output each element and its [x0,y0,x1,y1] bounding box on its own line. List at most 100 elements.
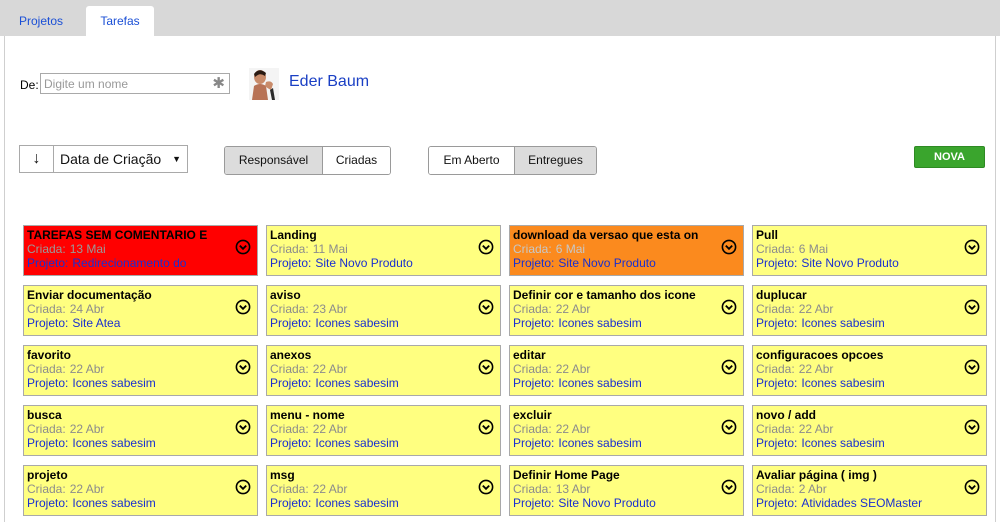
chevron-down-circle-icon[interactable] [721,419,737,435]
task-project[interactable]: Projeto: Site Novo Produto [756,256,984,270]
task-project[interactable]: Projeto: Icones sabesim [270,436,498,450]
task-project[interactable]: Projeto: Icones sabesim [270,496,498,510]
task-title[interactable]: Definir cor e tamanho dos icone [513,288,718,302]
chevron-down-circle-icon[interactable] [478,299,494,315]
project-name[interactable]: Icones sabesim [315,436,398,450]
task-title[interactable]: busca [27,408,232,422]
task-project[interactable]: Projeto: Icones sabesim [756,436,984,450]
nova-task-button[interactable]: NOVA [914,146,985,168]
task-project[interactable]: Projeto: Icones sabesim [27,376,255,390]
user-name[interactable]: Eder Baum [289,73,369,91]
project-name[interactable]: Icones sabesim [558,436,641,450]
task-title[interactable]: configuracoes opcoes [756,348,961,362]
task-card[interactable]: menu - nome Criada: 22 Abr Projeto: Icones s… [266,405,501,456]
task-card[interactable]: aviso Criada: 23 Abr Projeto: Icones sabesim [266,285,501,336]
project-name[interactable]: Icones sabesim [72,496,155,510]
task-card[interactable]: anexos Criada: 22 Abr Projeto: Icones sabesi… [266,345,501,396]
project-name[interactable]: Site Novo Produto [801,256,898,270]
chevron-down-circle-icon[interactable] [478,239,494,255]
project-name[interactable]: Icones sabesim [558,316,641,330]
chevron-down-circle-icon[interactable] [964,419,980,435]
project-name[interactable]: Icones sabesim [315,496,398,510]
task-project[interactable]: Projeto: Icones sabesim [756,376,984,390]
sort-direction-button[interactable]: ↓ [20,146,54,172]
chevron-down-circle-icon[interactable] [235,239,251,255]
project-name[interactable]: Icones sabesim [801,376,884,390]
task-card[interactable]: download da versao que esta on Criada: 6 M… [509,225,744,276]
chevron-down-circle-icon[interactable] [964,239,980,255]
task-project[interactable]: Projeto: Site Atea [27,316,255,330]
project-name[interactable]: Icones sabesim [315,376,398,390]
task-title[interactable]: editar [513,348,718,362]
chevron-down-circle-icon[interactable] [964,359,980,375]
task-project[interactable]: Projeto: Redirecionamento do [27,256,255,270]
project-name[interactable]: Atividades SEOMaster [801,496,922,510]
project-name[interactable]: Redirecionamento do [72,256,186,270]
task-project[interactable]: Projeto: Icones sabesim [513,316,741,330]
task-project[interactable]: Projeto: Icones sabesim [756,316,984,330]
task-project[interactable]: Projeto: Site Novo Produto [513,256,741,270]
task-title[interactable]: excluir [513,408,718,422]
task-title[interactable]: anexos [270,348,475,362]
tab-projetos[interactable]: Projetos [6,6,76,36]
task-title[interactable]: duplucar [756,288,961,302]
task-project[interactable]: Projeto: Icones sabesim [27,436,255,450]
chevron-down-circle-icon[interactable] [721,479,737,495]
task-project[interactable]: Projeto: Icones sabesim [270,376,498,390]
chevron-down-circle-icon[interactable] [235,479,251,495]
chevron-down-circle-icon[interactable] [964,479,980,495]
task-card[interactable]: projeto Criada: 22 Abr Projeto: Icones sabes… [23,465,258,516]
task-title[interactable]: Avaliar página ( img ) [756,468,961,482]
task-title[interactable]: Pull [756,228,961,242]
task-card[interactable]: Definir Home Page Criada: 13 Abr Projeto: Si… [509,465,744,516]
task-card[interactable]: busca Criada: 22 Abr Projeto: Icones sabesim [23,405,258,456]
task-card[interactable]: Landing Criada: 11 Mai Projeto: Site Novo Pr… [266,225,501,276]
asterisk-clear-icon[interactable]: ✱ [212,75,225,93]
task-card[interactable]: TAREFAS SEM COMENTARIO E Criada: 13 Mai Pro… [23,225,258,276]
task-project[interactable]: Projeto: Icones sabesim [513,436,741,450]
task-title[interactable]: Landing [270,228,475,242]
chevron-down-circle-icon[interactable] [235,359,251,375]
task-card[interactable]: excluir Criada: 22 Abr Projeto: Icones sabes… [509,405,744,456]
chevron-down-circle-icon[interactable] [478,479,494,495]
chevron-down-circle-icon[interactable] [235,299,251,315]
project-name[interactable]: Icones sabesim [72,376,155,390]
task-card[interactable]: msg Criada: 22 Abr Projeto: Icones sabesim [266,465,501,516]
task-title[interactable]: favorito [27,348,232,362]
project-name[interactable]: Icones sabesim [72,436,155,450]
chevron-down-circle-icon[interactable] [964,299,980,315]
chevron-down-circle-icon[interactable] [721,299,737,315]
task-project[interactable]: Projeto: Icones sabesim [513,376,741,390]
project-name[interactable]: Icones sabesim [315,316,398,330]
chevron-down-circle-icon[interactable] [235,419,251,435]
task-title[interactable]: TAREFAS SEM COMENTARIO E [27,228,232,242]
responsavel-button[interactable]: Responsável [225,147,322,174]
project-name[interactable]: Icones sabesim [801,316,884,330]
task-card[interactable]: editar Criada: 22 Abr Projeto: Icones sabesi… [509,345,744,396]
task-project[interactable]: Projeto: Atividades SEOMaster [756,496,984,510]
chevron-down-circle-icon[interactable] [721,359,737,375]
project-name[interactable]: Site Novo Produto [558,256,655,270]
task-project[interactable]: Projeto: Icones sabesim [270,316,498,330]
task-card[interactable]: favorito Criada: 22 Abr Projeto: Icones sabe… [23,345,258,396]
task-title[interactable]: Definir Home Page [513,468,718,482]
sort-field-select[interactable]: Data de Criação [60,146,161,172]
chevron-down-circle-icon[interactable] [721,239,737,255]
task-title[interactable]: projeto [27,468,232,482]
criadas-button[interactable]: Criadas [322,147,390,174]
task-title[interactable]: msg [270,468,475,482]
em-aberto-button[interactable]: Em Aberto [429,147,514,174]
task-title[interactable]: aviso [270,288,475,302]
project-name[interactable]: Site Atea [72,316,120,330]
task-project[interactable]: Projeto: Icones sabesim [27,496,255,510]
project-name[interactable]: Icones sabesim [801,436,884,450]
task-title[interactable]: menu - nome [270,408,475,422]
name-search-input[interactable] [41,74,211,93]
task-card[interactable]: Definir cor e tamanho dos icone Criada: 22… [509,285,744,336]
chevron-down-circle-icon[interactable] [478,419,494,435]
entregues-button[interactable]: Entregues [514,147,596,174]
task-card[interactable]: Pull Criada: 6 Mai Projeto: Site Novo Produt… [752,225,987,276]
project-name[interactable]: Site Novo Produto [558,496,655,510]
task-card[interactable]: configuracoes opcoes Criada: 22 Abr Projeto… [752,345,987,396]
task-project[interactable]: Projeto: Site Novo Produto [270,256,498,270]
